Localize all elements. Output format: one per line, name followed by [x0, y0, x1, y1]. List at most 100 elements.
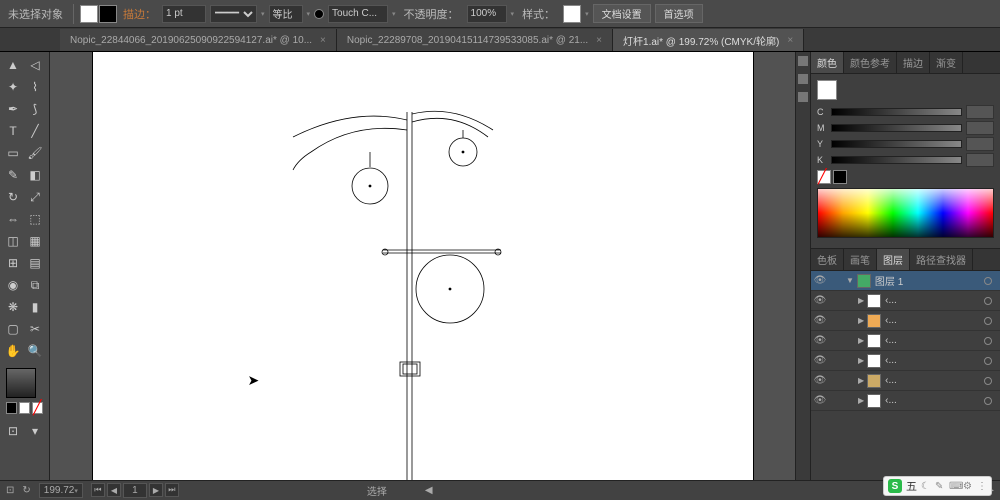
- layer-row-top[interactable]: 👁 ▼ 图层 1: [811, 271, 1000, 291]
- k-slider[interactable]: [831, 156, 962, 164]
- ime-gear-icon[interactable]: ⚙: [963, 481, 973, 491]
- gradient-mode-icon[interactable]: [19, 402, 30, 414]
- fill-color-box[interactable]: [6, 368, 36, 398]
- layer-name[interactable]: ‹...: [885, 375, 980, 386]
- mesh-tool[interactable]: ⊞: [2, 252, 24, 274]
- line-tool[interactable]: ╱: [24, 120, 46, 142]
- layer-name[interactable]: 图层 1: [875, 273, 980, 288]
- pencil-tool[interactable]: ✎: [2, 164, 24, 186]
- ime-moon-icon[interactable]: ☾: [921, 481, 931, 491]
- collapsed-panel-icon[interactable]: [798, 92, 808, 102]
- ime-indicator[interactable]: S 五 ☾ ✎ ⌨ ⚙ ⋮: [883, 476, 992, 496]
- magic-wand-tool[interactable]: ✦: [2, 76, 24, 98]
- zoom-tool[interactable]: 🔍: [24, 340, 46, 362]
- next-artboard-button[interactable]: ▶: [149, 483, 163, 497]
- document-tab-active[interactable]: 灯杆1.ai* @ 199.72% (CMYK/轮廓)×: [613, 29, 804, 51]
- disclosure-icon[interactable]: ▼: [846, 276, 854, 285]
- target-icon[interactable]: [984, 377, 992, 385]
- blend-tool[interactable]: ⧉: [24, 274, 46, 296]
- document-setup-button[interactable]: 文档设置: [593, 4, 651, 23]
- target-icon[interactable]: [984, 397, 992, 405]
- zoom-display[interactable]: 199.72▾: [39, 483, 83, 498]
- layer-name[interactable]: ‹...: [885, 355, 980, 366]
- panel-tab-guide[interactable]: 颜色参考: [844, 52, 897, 73]
- black-swatch[interactable]: [833, 170, 847, 184]
- layer-row[interactable]: 👁▶‹...: [811, 291, 1000, 311]
- status-icon[interactable]: ⊡: [6, 485, 14, 496]
- eraser-tool[interactable]: ◧: [24, 164, 46, 186]
- visibility-icon[interactable]: 👁: [811, 355, 829, 366]
- opacity-input[interactable]: [467, 5, 507, 23]
- artboard[interactable]: ➤: [93, 52, 753, 480]
- panel-tab-swatches[interactable]: 色板: [811, 249, 844, 270]
- close-icon[interactable]: ×: [787, 35, 793, 46]
- layer-name[interactable]: ‹...: [885, 315, 980, 326]
- y-value[interactable]: [966, 137, 994, 151]
- first-artboard-button[interactable]: ⏮: [91, 483, 105, 497]
- none-swatch[interactable]: ╱: [817, 170, 831, 184]
- collapsed-panel-icon[interactable]: [798, 74, 808, 84]
- m-value[interactable]: [966, 121, 994, 135]
- fill-stroke-control[interactable]: ╱: [2, 362, 47, 420]
- dropdown-icon[interactable]: ▾: [261, 10, 265, 18]
- artboard-number[interactable]: 1: [123, 483, 147, 498]
- dropdown-icon[interactable]: ▾: [307, 10, 311, 18]
- dropdown-icon[interactable]: ▾: [511, 10, 515, 18]
- paintbrush-tool[interactable]: 🖌: [24, 142, 46, 164]
- brush-name-input[interactable]: [328, 5, 388, 23]
- none-mode-icon[interactable]: ╱: [32, 402, 43, 414]
- layer-row[interactable]: 👁▶‹...: [811, 311, 1000, 331]
- disclosure-icon[interactable]: ▶: [858, 376, 864, 385]
- fill-stroke-swatches[interactable]: [80, 5, 117, 23]
- slice-tool[interactable]: ✂: [24, 318, 46, 340]
- layer-row[interactable]: 👁 ▶ ‹...: [811, 331, 1000, 351]
- perspective-tool[interactable]: ▦: [24, 230, 46, 252]
- panel-tab-color[interactable]: 颜色: [811, 52, 844, 73]
- ime-pen-icon[interactable]: ✎: [935, 481, 945, 491]
- fill-stroke-mini[interactable]: [817, 80, 994, 100]
- disclosure-icon[interactable]: ▶: [858, 296, 864, 305]
- stroke-weight-input[interactable]: [162, 5, 206, 23]
- panel-tab-pathfinder[interactable]: 路径查找器: [910, 249, 973, 270]
- target-icon[interactable]: [984, 317, 992, 325]
- shape-builder-tool[interactable]: ◫: [2, 230, 24, 252]
- visibility-icon[interactable]: 👁: [811, 335, 829, 346]
- scroll-left-icon[interactable]: ◀: [425, 485, 433, 496]
- color-spectrum[interactable]: [817, 188, 994, 238]
- color-mode-icon[interactable]: [6, 402, 17, 414]
- rectangle-tool[interactable]: ▭: [2, 142, 24, 164]
- disclosure-icon[interactable]: ▶: [858, 316, 864, 325]
- target-icon[interactable]: [984, 357, 992, 365]
- eyedropper-tool[interactable]: ◉: [2, 274, 24, 296]
- layer-row[interactable]: 👁 ▶ ‹...: [811, 351, 1000, 371]
- layer-row[interactable]: 👁 ▶ ‹...: [811, 371, 1000, 391]
- close-icon[interactable]: ×: [596, 35, 602, 46]
- layer-name[interactable]: ‹...: [885, 335, 980, 346]
- fill-box[interactable]: [817, 80, 837, 100]
- panel-tab-gradient[interactable]: 渐变: [930, 52, 963, 73]
- target-icon[interactable]: [984, 337, 992, 345]
- layer-name[interactable]: ‹...: [885, 395, 980, 406]
- symbol-sprayer-tool[interactable]: ❋: [2, 296, 24, 318]
- panel-tab-stroke[interactable]: 描边: [897, 52, 930, 73]
- m-slider[interactable]: [831, 124, 962, 132]
- free-transform-tool[interactable]: ⬚: [24, 208, 46, 230]
- document-tab[interactable]: Nopic_22289708_20190415114739533085.ai* …: [337, 29, 613, 51]
- hand-tool[interactable]: ✋: [2, 340, 24, 362]
- direct-selection-tool[interactable]: ◁: [24, 54, 46, 76]
- stroke-profile-select[interactable]: ━━━━: [210, 5, 257, 23]
- rotate-tool[interactable]: ↻: [2, 186, 24, 208]
- disclosure-icon[interactable]: ▶: [858, 336, 864, 345]
- fill-swatch[interactable]: [80, 5, 98, 23]
- graphic-style-swatch[interactable]: [563, 5, 581, 23]
- width-tool[interactable]: ⇔: [2, 208, 24, 230]
- disclosure-icon[interactable]: ▶: [858, 356, 864, 365]
- visibility-icon[interactable]: 👁: [811, 395, 829, 406]
- stroke-scale-input[interactable]: [269, 5, 303, 23]
- visibility-icon[interactable]: 👁: [811, 375, 829, 386]
- dropdown-icon[interactable]: ▾: [392, 10, 396, 18]
- change-screen-icon[interactable]: ▾: [24, 420, 46, 442]
- curvature-tool[interactable]: ⟆: [24, 98, 46, 120]
- column-graph-tool[interactable]: ▮: [24, 296, 46, 318]
- status-icon[interactable]: ↻: [22, 485, 30, 496]
